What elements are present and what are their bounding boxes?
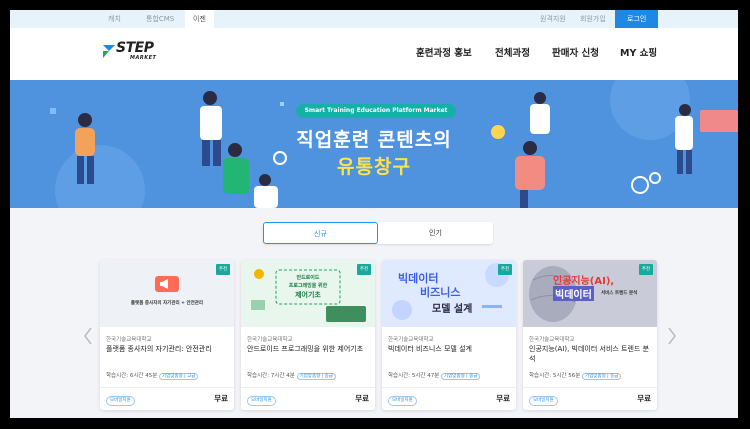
course-title[interactable]: 플랫폼 종사자의 자기관리: 안전관리 xyxy=(106,344,230,354)
study-time: 학습시간: 5시간 47분 기업맞춤형 | 중급 xyxy=(388,371,481,380)
nav-seller-apply[interactable]: 판매자 신청 xyxy=(552,28,599,80)
recommended-badge: 추천 xyxy=(216,264,230,275)
course-thumbnail: 빅데이터 비즈니스 모델 설계 xyxy=(382,260,516,327)
study-time: 학습시간: 6시간 45분 기업맞춤형 | 고급 xyxy=(106,371,199,380)
chevron-left-icon[interactable] xyxy=(82,326,94,346)
recommended-badge: 추천 xyxy=(639,264,653,275)
mobile-support-tag: 모바일지원 xyxy=(388,396,417,406)
course-thumbnail: 안드로이드 프로그래밍을 위한 제어기초 xyxy=(241,260,375,327)
level-tag: 기업맞춤형 | 중급 xyxy=(296,373,336,380)
thumb-line-1: 인공지능(AI), xyxy=(553,276,615,287)
study-time-text: 학습시간: 7시간 4분 xyxy=(247,373,295,379)
util-tab-cms[interactable]: 통합CMS xyxy=(138,10,182,28)
course-card[interactable]: 인공지능(AI), 빅데이터 서비스 트렌드 분석 추천 한국기술교육대학교 인… xyxy=(523,260,657,410)
thumb-line-2: 빅데이터 xyxy=(553,286,594,301)
util-tab-catch[interactable]: 캐치 xyxy=(100,10,129,28)
thumb-line-2: 비즈니스 xyxy=(420,286,461,299)
signup-link[interactable]: 회원가입 xyxy=(580,10,606,28)
card-divider xyxy=(241,387,375,388)
card-divider xyxy=(100,387,234,388)
study-time-text: 학습시간: 6시간 45분 xyxy=(106,373,158,379)
study-time-text: 학습시간: 5시간 56분 xyxy=(529,373,581,379)
course-tabs: 신규 인기 xyxy=(263,222,493,244)
recommended-badge: 추천 xyxy=(357,264,371,275)
recommended-badge: 추천 xyxy=(498,264,512,275)
course-price: 무료 xyxy=(214,394,228,403)
course-thumbnail: 플랫폼 종사자의 자기관리 + 안전관리 xyxy=(100,260,234,327)
study-time-text: 학습시간: 5시간 47분 xyxy=(388,373,440,379)
step-market-logo[interactable]: STEP MARKET xyxy=(100,40,170,66)
mobile-support-tag: 모바일지원 xyxy=(247,396,276,406)
thumb-line-3: 서비스 트렌드 분석 xyxy=(601,291,638,296)
school-name: 한국기술교육대학교 xyxy=(388,337,434,343)
tab-new[interactable]: 신규 xyxy=(263,222,378,244)
course-title[interactable]: 빅데이터 비즈니스 모델 설계 xyxy=(388,344,512,354)
nav-promotion[interactable]: 훈련과정 홍보 xyxy=(416,28,472,80)
banner-subheadline: 유통창구 xyxy=(337,156,411,178)
course-section: 신규 인기 플랫폼 종사자의 자기관리 + 안전관리 추천 한국기술교육대학교 … xyxy=(10,208,738,418)
browser-viewport: 캐치 통합CMS 이젠 원격지원 회원가입 로그인 STEP MARKET 훈련… xyxy=(10,10,738,418)
nav-my-shopping[interactable]: MY 쇼핑 xyxy=(620,28,657,80)
remote-support-link[interactable]: 원격지원 xyxy=(540,10,566,28)
thumb-line-3: 제어기초 xyxy=(295,291,321,299)
thumb-text: 플랫폼 종사자의 자기관리 + 안전관리 xyxy=(130,301,204,306)
banner-headline: 직업훈련 콘텐츠의 xyxy=(296,129,452,151)
course-title[interactable]: 안드로이드 프로그래밍을 위한 제어기초 xyxy=(247,344,371,354)
course-price: 무료 xyxy=(496,394,510,403)
hero-banner: Smart Training Education Platform Market… xyxy=(10,80,738,208)
logo-text: STEP xyxy=(116,40,154,56)
course-card[interactable]: 안드로이드 프로그래밍을 위한 제어기초 추천 한국기술교육대학교 안드로이드 … xyxy=(241,260,375,410)
util-tab-ezen[interactable]: 이젠 xyxy=(185,10,214,28)
school-name: 한국기술교육대학교 xyxy=(106,337,152,343)
banner-tagline-pill: Smart Training Education Platform Market xyxy=(296,104,456,118)
course-price: 무료 xyxy=(355,394,369,403)
mobile-support-tag: 모바일지원 xyxy=(106,396,135,406)
course-thumbnail: 인공지능(AI), 빅데이터 서비스 트렌드 분석 xyxy=(523,260,657,327)
course-card[interactable]: 플랫폼 종사자의 자기관리 + 안전관리 추천 한국기술교육대학교 플랫폼 종사… xyxy=(100,260,234,410)
nav-all-courses[interactable]: 전체과정 xyxy=(495,28,530,80)
thumb-line-1: 안드로이드 xyxy=(296,275,320,281)
study-time: 학습시간: 7시간 4분 기업맞춤형 | 중급 xyxy=(247,371,336,380)
school-name: 한국기술교육대학교 xyxy=(247,337,293,343)
school-name: 한국기술교육대학교 xyxy=(529,337,575,343)
tab-popular[interactable]: 인기 xyxy=(378,222,493,244)
thumb-line-2: 프로그래밍을 위한 xyxy=(288,283,328,289)
utility-bar: 캐치 통합CMS 이젠 원격지원 회원가입 로그인 xyxy=(10,10,738,28)
chevron-right-icon[interactable] xyxy=(666,326,678,346)
level-tag: 기업맞춤형 | 중급 xyxy=(441,373,481,380)
login-button[interactable]: 로그인 xyxy=(615,10,659,28)
course-card[interactable]: 빅데이터 비즈니스 모델 설계 추천 한국기술교육대학교 빅데이터 비즈니스 모… xyxy=(382,260,516,410)
level-tag: 기업맞춤형 | 고급 xyxy=(159,373,199,380)
card-divider xyxy=(523,387,657,388)
mobile-support-tag: 모바일지원 xyxy=(529,396,558,406)
site-header: STEP MARKET 훈련과정 홍보 전체과정 판매자 신청 MY 쇼핑 xyxy=(10,28,738,81)
thumb-line-3: 모델 설계 xyxy=(432,304,473,315)
card-divider xyxy=(382,387,516,388)
logo-subtext: MARKET xyxy=(130,55,157,61)
level-tag: 기업맞춤형 | 중급 xyxy=(582,373,622,380)
study-time: 학습시간: 5시간 56분 기업맞춤형 | 중급 xyxy=(529,371,622,380)
course-price: 무료 xyxy=(637,394,651,403)
course-title[interactable]: 인공지능(AI), 빅데이터 서비스 트렌드 분석 xyxy=(529,344,653,364)
megaphone-icon xyxy=(155,276,179,292)
